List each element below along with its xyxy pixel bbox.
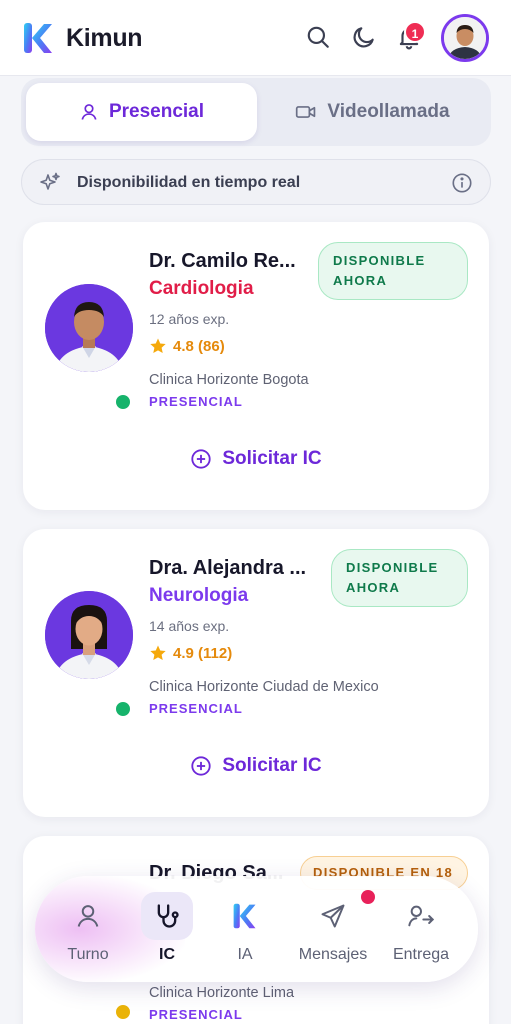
online-status-dot [113, 392, 133, 412]
solicitar-ic-label: Solicitar IC [222, 755, 322, 776]
solicitar-ic-button[interactable]: Solicitar IC [23, 755, 489, 777]
status-line-2: AHORA [333, 273, 388, 288]
nav-item-entrega[interactable]: Entrega [378, 876, 464, 982]
tab-videollamada-label: Videollamada [327, 101, 450, 122]
doctor-clinic: Clinica Horizonte Bogota [149, 372, 309, 388]
user-avatar[interactable] [441, 14, 489, 62]
doctor-photo [45, 284, 133, 372]
realtime-label: Disponibilidad en tiempo real [77, 174, 301, 191]
star-icon [150, 645, 166, 661]
tab-presencial-label: Presencial [108, 101, 205, 122]
user-icon [81, 104, 97, 120]
tab-videollamada[interactable]: Videollamada [257, 83, 488, 141]
status-line-2: AHORA [346, 580, 401, 595]
doctor-name: Dra. Alejandra ... [149, 557, 307, 579]
moon-icon[interactable] [351, 24, 377, 50]
doctor-mode: PRESENCIAL [149, 701, 243, 716]
doctor-experience: 14 años exp. [149, 618, 230, 634]
doctor-rating-value: 4.9 (112) [173, 644, 233, 662]
doctor-card[interactable]: Dra. Alejandra ... Neurologia 14 años ex… [23, 529, 489, 817]
plus-circle-icon [191, 449, 211, 469]
realtime-availability-bar: Disponibilidad en tiempo real [21, 159, 491, 205]
tab-presencial[interactable]: Presencial [26, 83, 257, 141]
status-line-1: DISPONIBLE [333, 253, 426, 268]
doctor-name: Dr. Camilo Re... [149, 250, 296, 272]
nav-item-ia[interactable]: IA [202, 876, 288, 982]
doctor-photo [45, 591, 133, 679]
doctor-experience: 12 años exp. [149, 311, 230, 327]
nav-label: Entrega [392, 946, 450, 963]
kimun-logo-icon [233, 903, 256, 929]
doctor-mode: PRESENCIAL [149, 1007, 243, 1022]
app-header: Kimun 1 [0, 0, 511, 76]
info-icon[interactable] [451, 172, 473, 194]
notification-badge: 1 [404, 21, 426, 43]
kimun-logo-icon[interactable] [22, 22, 54, 54]
doctor-card[interactable]: Dr. Camilo Re... Cardiologia 12 años exp… [23, 222, 489, 510]
unread-dot [361, 890, 375, 904]
solicitar-ic-label: Solicitar IC [222, 448, 322, 469]
star-icon [150, 338, 166, 354]
user-icon [77, 905, 99, 927]
status-line-1: DISPONIBLE [346, 560, 439, 575]
doctor-clinic: Clinica Horizonte Lima [149, 985, 295, 1001]
doctor-mode: PRESENCIAL [149, 394, 243, 409]
nav-label: Turno [67, 946, 109, 963]
doctor-rating-value: 4.8 (86) [173, 337, 225, 355]
nav-item-ic[interactable]: IC [124, 876, 210, 982]
bottom-navigation: Turno IC IA Mensajes Entrega [35, 876, 478, 982]
sparkles-icon [40, 172, 60, 190]
status-badge: DISPONIBLE AHORA [331, 549, 468, 607]
user-arrow-icon [408, 905, 435, 927]
doctor-specialty: Cardiologia [149, 278, 254, 299]
nav-label: IA [237, 946, 253, 963]
plus-circle-icon [191, 756, 211, 776]
nav-label: Mensajes [298, 946, 368, 963]
doctor-rating: 4.9 (112) [149, 644, 232, 662]
nav-label: IC [159, 946, 175, 963]
status-badge: DISPONIBLE AHORA [318, 242, 468, 300]
nav-item-turno[interactable]: Turno [45, 876, 131, 982]
doctor-clinic: Clinica Horizonte Ciudad de Mexico [149, 679, 379, 695]
send-icon [321, 904, 345, 928]
consult-mode-toggle: Presencial Videollamada [21, 78, 491, 146]
online-status-dot [113, 699, 133, 719]
stethoscope-icon [157, 904, 179, 928]
doctor-specialty: Neurologia [149, 585, 249, 606]
solicitar-ic-button[interactable]: Solicitar IC [23, 448, 489, 470]
doctor-rating: 4.8 (86) [149, 337, 225, 355]
online-status-dot [113, 1002, 133, 1022]
search-icon[interactable] [305, 24, 331, 50]
video-camera-icon [296, 106, 316, 118]
brand-name: Kimun [66, 24, 143, 52]
